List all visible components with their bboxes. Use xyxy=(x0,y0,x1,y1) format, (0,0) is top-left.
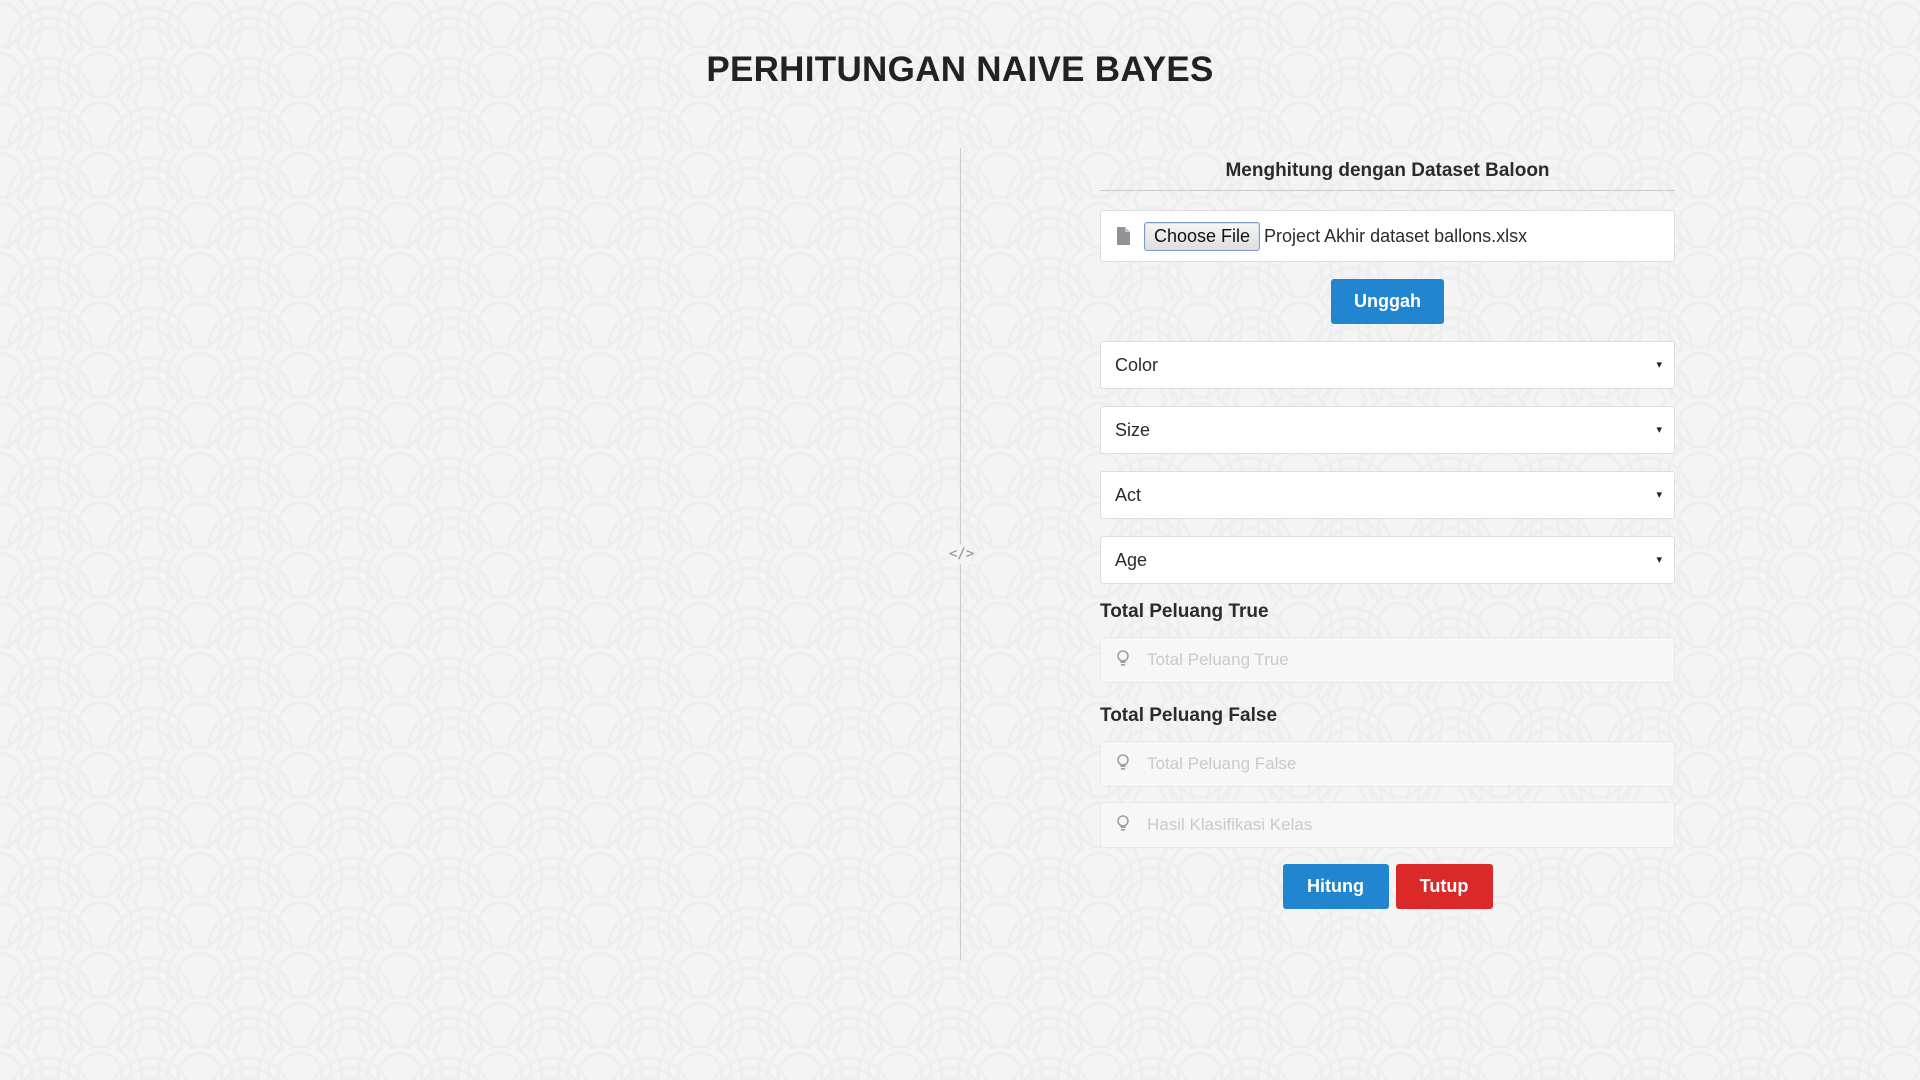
act-select-value: Act xyxy=(1115,485,1142,505)
chevron-down-icon: ▾ xyxy=(1656,359,1662,371)
chevron-down-icon: ▾ xyxy=(1656,489,1662,501)
choose-file-button[interactable]: Choose File xyxy=(1144,221,1261,251)
act-select[interactable]: Act ▾ xyxy=(1100,471,1675,519)
total-false-field xyxy=(1100,741,1675,787)
form-heading: Menghitung dengan Dataset Baloon xyxy=(1100,160,1675,191)
lightbulb-icon xyxy=(1117,815,1129,831)
size-select-value: Size xyxy=(1115,420,1151,440)
calculate-button[interactable]: Hitung xyxy=(1282,864,1389,909)
file-icon xyxy=(1117,227,1130,245)
color-select[interactable]: Color ▾ xyxy=(1100,341,1675,389)
close-button[interactable]: Tutup xyxy=(1395,864,1493,909)
chevron-down-icon: ▾ xyxy=(1656,424,1662,436)
total-true-field xyxy=(1100,637,1675,683)
action-buttons: Hitung Tutup xyxy=(1100,864,1675,909)
page-title: PERHITUNGAN NAIVE BAYES xyxy=(706,50,1214,89)
upload-button[interactable]: Unggah xyxy=(1331,279,1444,324)
code-icon: </> xyxy=(949,544,975,564)
lightbulb-icon xyxy=(1117,650,1129,666)
total-true-label: Total Peluang True xyxy=(1100,601,1269,622)
classification-result-input[interactable] xyxy=(1147,803,1657,847)
total-false-input[interactable] xyxy=(1147,742,1657,786)
naive-bayes-form: Menghitung dengan Dataset Baloon Choose … xyxy=(1100,160,1675,909)
size-select[interactable]: Size ▾ xyxy=(1100,406,1675,454)
color-select-value: Color xyxy=(1115,355,1159,375)
age-select[interactable]: Age ▾ xyxy=(1100,536,1675,584)
total-true-input[interactable] xyxy=(1147,638,1657,682)
selected-file-name: Project Akhir dataset ballons.xlsx xyxy=(1264,225,1528,246)
classification-result-field xyxy=(1100,802,1675,848)
chevron-down-icon: ▾ xyxy=(1656,554,1662,566)
lightbulb-icon xyxy=(1117,754,1129,770)
total-false-label: Total Peluang False xyxy=(1100,705,1278,726)
age-select-value: Age xyxy=(1115,550,1148,570)
file-upload-field: Choose File Project Akhir dataset ballon… xyxy=(1100,210,1675,262)
